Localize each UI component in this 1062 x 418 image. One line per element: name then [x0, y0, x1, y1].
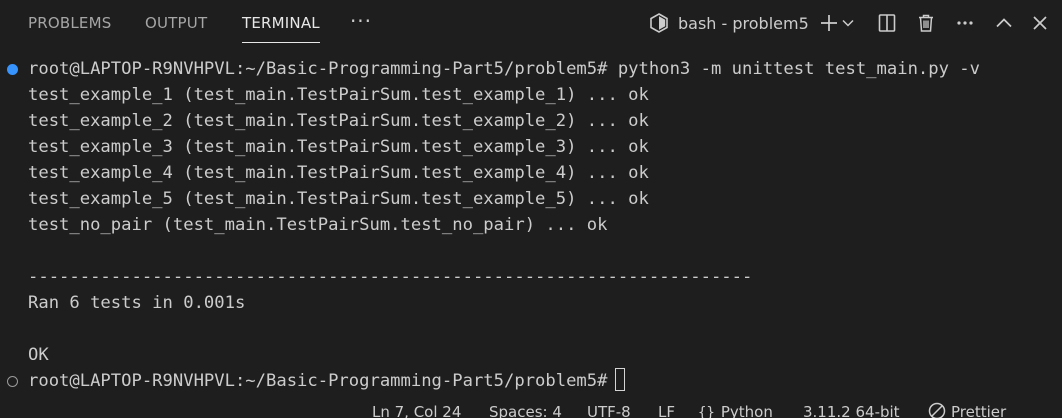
terminal-selector-label: bash - problem5	[678, 13, 809, 33]
trash-icon	[919, 14, 933, 32]
prompt-line: root@LAPTOP-R9NVHPVL:~/Basic-Programming…	[28, 368, 626, 394]
panel-header: PROBLEMS OUTPUT TERMINAL ··· bash - prob…	[0, 0, 1062, 46]
active-tab-indicator	[242, 42, 320, 43]
status-interpreter[interactable]: 3.11.2 64-bit	[803, 400, 900, 418]
terminal-icon	[648, 12, 670, 34]
command-line: root@LAPTOP-R9NVHPVL:~/Basic-Programming…	[28, 56, 980, 82]
status-prettier[interactable]: Prettier	[928, 400, 1006, 418]
braces-icon: {}	[698, 405, 715, 418]
close-icon	[1033, 16, 1047, 30]
output-line: Ran 6 tests in 0.001s	[28, 293, 246, 313]
output-line: test_example_1 (test_main.TestPairSum.te…	[28, 85, 649, 105]
prompt-text: root@LAPTOP-R9NVHPVL:~/Basic-Programming…	[28, 371, 608, 391]
separator-line: ----------------------------------------…	[28, 267, 753, 287]
command-success-decoration[interactable]	[7, 64, 18, 75]
output-line: test_example_3 (test_main.TestPairSum.te…	[28, 137, 649, 157]
tab-output-label: OUTPUT	[145, 14, 208, 32]
chevron-up-icon	[996, 18, 1012, 28]
terminal-selector[interactable]: bash - problem5	[648, 8, 809, 38]
output-line: test_example_5 (test_main.TestPairSum.te…	[28, 189, 649, 209]
output-line: OK	[28, 345, 49, 365]
status-language[interactable]: {} Python	[698, 400, 773, 418]
status-indentation[interactable]: Spaces: 4	[489, 400, 562, 418]
terminal-cursor	[615, 368, 626, 391]
views-more-button[interactable]: ···	[346, 10, 376, 36]
command-text: python3 -m unittest test_main.py -v	[607, 59, 981, 79]
status-language-label: Python	[720, 403, 773, 418]
chevron-down-icon	[842, 19, 854, 27]
status-prettier-label: Prettier	[951, 403, 1007, 418]
kill-terminal-button[interactable]	[911, 8, 941, 38]
status-encoding[interactable]: UTF-8	[587, 400, 631, 418]
ellipsis-icon	[957, 21, 973, 25]
more-actions-button[interactable]	[950, 8, 980, 38]
plus-icon	[821, 15, 837, 31]
output-line: test_example_2 (test_main.TestPairSum.te…	[28, 111, 649, 131]
close-panel-button[interactable]	[1025, 8, 1055, 38]
maximize-panel-button[interactable]	[989, 8, 1019, 38]
status-bar: Ln 7, Col 24 Spaces: 4 UTF-8 LF {} Python…	[0, 398, 1062, 418]
terminal-output[interactable]: root@LAPTOP-R9NVHPVL:~/Basic-Programming…	[0, 56, 1062, 396]
status-cursor-position[interactable]: Ln 7, Col 24	[372, 400, 461, 418]
status-eol[interactable]: LF	[658, 400, 675, 418]
split-icon	[878, 14, 896, 32]
tab-problems[interactable]: PROBLEMS	[28, 0, 111, 46]
tab-output[interactable]: OUTPUT	[145, 0, 207, 46]
split-terminal-button[interactable]	[872, 8, 902, 38]
ellipsis-icon: ···	[349, 9, 373, 33]
prompt-text: root@LAPTOP-R9NVHPVL:~/Basic-Programming…	[28, 59, 608, 79]
output-line: test_no_pair (test_main.TestPairSum.test…	[28, 215, 608, 235]
terminal-profile-dropdown[interactable]	[838, 8, 858, 38]
tab-terminal-label: TERMINAL	[242, 14, 320, 32]
command-decoration[interactable]	[7, 376, 18, 387]
output-line: test_example_4 (test_main.TestPairSum.te…	[28, 163, 649, 183]
tab-terminal[interactable]: TERMINAL	[242, 0, 320, 46]
prettier-check-icon	[928, 402, 946, 418]
tab-problems-label: PROBLEMS	[28, 14, 112, 32]
